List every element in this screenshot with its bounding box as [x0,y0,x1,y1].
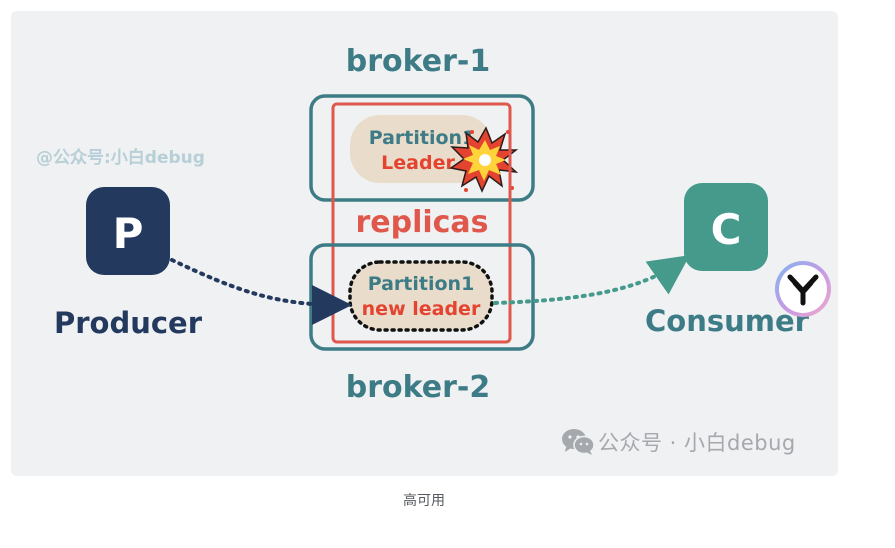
partition-new-leader-line2: new leader [362,298,481,320]
wechat-icon [562,429,595,455]
replicas-label: replicas [355,205,488,240]
consumer-letter: C [711,205,742,254]
partition-leader-line2: Leader [381,152,455,174]
producer-label: Producer [54,306,203,340]
broker-1-label: broker-1 [346,44,491,79]
watermark-top: @公众号:小白debug [36,148,205,168]
partition-new-leader-line1: Partition1 [368,273,475,295]
badge-icon [775,261,831,317]
producer-letter: P [113,209,144,258]
producer-to-partition-arrow [170,258,352,325]
watermark-bottom: 公众号 · 小白debug [598,431,796,455]
kafka-diagram: broker-1 Partition1 Leader replicas Part… [54,44,831,405]
partition-to-consumer-arrow [493,255,690,305]
figure-caption: 高可用 [403,493,445,509]
partition-leader-line1: Partition1 [369,127,476,149]
broker-2-label: broker-2 [346,370,491,405]
